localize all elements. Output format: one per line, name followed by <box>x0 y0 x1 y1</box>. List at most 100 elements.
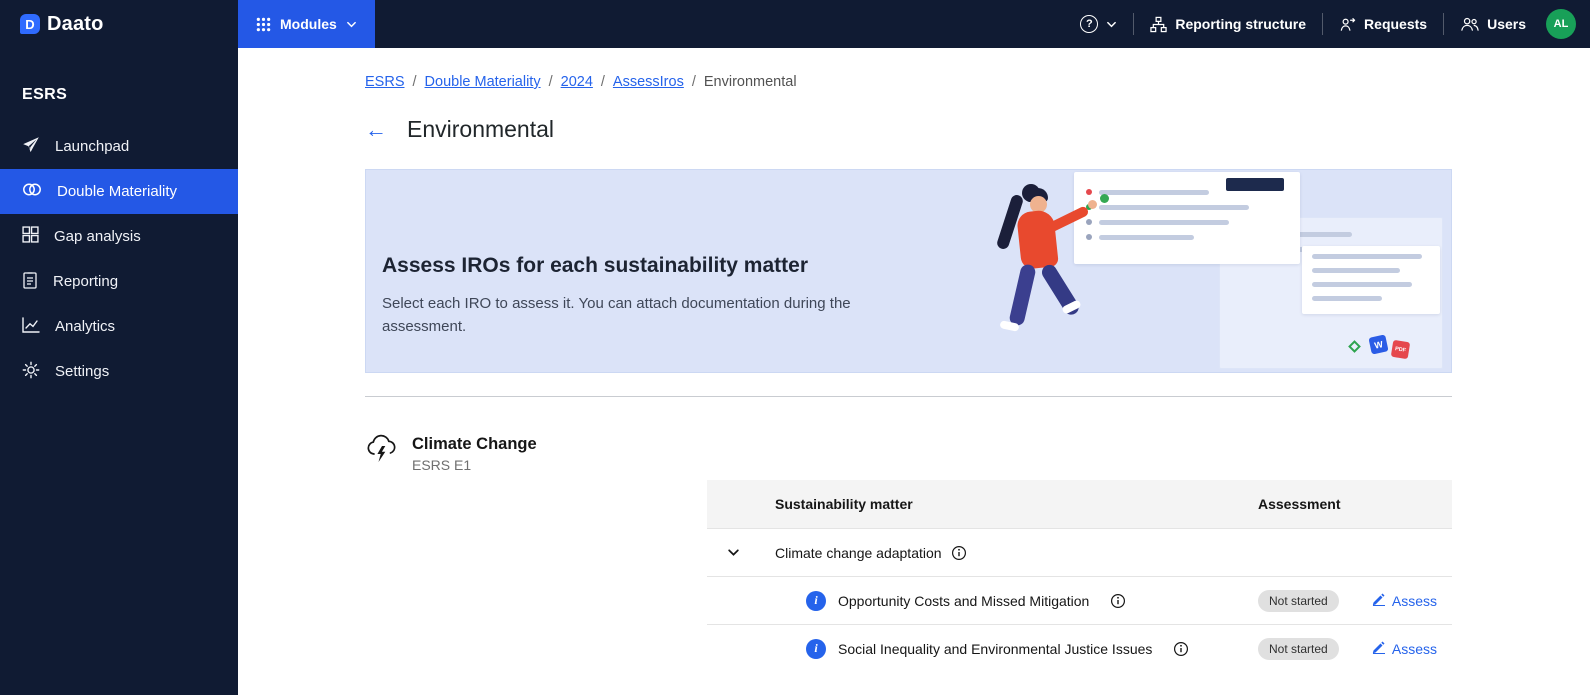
iro-cell: i Opportunity Costs and Missed Mitigatio… <box>707 590 1258 611</box>
sidebar-item-label: Settings <box>55 363 110 380</box>
banner-illustration: W PDF <box>951 170 1451 372</box>
help-icon: ? <box>1080 15 1099 33</box>
sidebar-item-reporting[interactable]: Reporting <box>0 259 238 304</box>
users-icon <box>1460 16 1479 32</box>
column-header-assessment: Assessment <box>1258 496 1341 512</box>
breadcrumb-link-double-materiality[interactable]: Double Materiality <box>425 74 541 90</box>
grid-squares-icon <box>22 226 39 247</box>
sidebar-item-analytics[interactable]: Analytics <box>0 304 238 349</box>
storm-cloud-icon <box>365 433 399 672</box>
word-file-icon: W <box>1368 334 1389 355</box>
breadcrumb-current: Environmental <box>703 74 797 90</box>
assessment-cell: Not started Assess <box>1258 589 1452 612</box>
brand[interactable]: D Daato <box>0 13 238 36</box>
topbar-right: ? Reporting structure Requests Users AL <box>1064 0 1590 48</box>
sidebar-item-label: Launchpad <box>55 138 130 155</box>
assess-label: Assess <box>1391 640 1437 657</box>
paper-plane-icon <box>22 136 40 158</box>
person-leg <box>1008 263 1037 327</box>
assess-button[interactable]: Assess <box>1372 592 1437 609</box>
chevron-down-icon[interactable] <box>723 543 743 563</box>
page-title: Environmental <box>407 116 555 142</box>
banner-title: Assess IROs for each sustainability matt… <box>382 254 808 277</box>
chevron-down-icon <box>1106 19 1117 30</box>
decor-bar <box>1226 178 1284 191</box>
banner-description: Select each IRO to assess it. You can at… <box>382 295 851 335</box>
table-row: Climate change adaptation <box>707 528 1452 576</box>
breadcrumb: ESRS / Double Materiality / 2024 / Asses… <box>365 74 1452 90</box>
group-cell: Climate change adaptation <box>707 543 1258 563</box>
title-row: ← Environmental <box>365 116 1452 143</box>
chevron-down-icon <box>346 19 357 30</box>
diamond-icon <box>1348 340 1361 353</box>
breadcrumb-separator: / <box>412 74 417 90</box>
reporting-structure-label: Reporting structure <box>1175 16 1307 32</box>
table-toolbar <box>707 429 1452 480</box>
impact-badge-icon: i <box>806 590 826 611</box>
decor-row <box>1086 204 1288 210</box>
main-content: ESRS / Double Materiality / 2024 / Asses… <box>238 48 1590 695</box>
iro-label: Social Inequality and Environmental Just… <box>838 640 1153 657</box>
modules-button[interactable]: Modules <box>238 0 375 48</box>
sidebar-item-gap-analysis[interactable]: Gap analysis <box>0 214 238 259</box>
iro-label: Opportunity Costs and Missed Mitigation <box>838 592 1090 609</box>
table-row: i Social Inequality and Environmental Ju… <box>707 624 1452 672</box>
breadcrumb-link-esrs[interactable]: ESRS <box>365 74 405 90</box>
breadcrumb-link-2024[interactable]: 2024 <box>561 74 593 90</box>
decor-dot <box>1100 194 1109 203</box>
status-badge: Not started <box>1258 637 1339 660</box>
climate-change-section: Climate Change ESRS E1 <box>365 429 707 672</box>
info-banner: Assess IROs for each sustainability matt… <box>365 169 1452 373</box>
sidebar-item-label: Gap analysis <box>54 228 141 245</box>
sustainability-matters-table: Sustainability matter Assessment Climate… <box>707 429 1452 672</box>
divider <box>365 396 1452 397</box>
banner-text: Assess IROs for each sustainability matt… <box>382 254 912 338</box>
pencil-icon <box>1372 640 1386 657</box>
request-user-icon <box>1339 16 1356 33</box>
assessment-cell: Not started Assess <box>1258 637 1452 660</box>
breadcrumb-separator: / <box>600 74 605 90</box>
illustration-card-inner <box>1302 246 1440 314</box>
illustration-person <box>986 184 1116 370</box>
requests-label: Requests <box>1364 16 1428 32</box>
breadcrumb-link-assessiros[interactable]: AssessIros <box>613 74 684 90</box>
person-torso <box>1016 209 1059 270</box>
daato-logo-icon: D <box>20 14 40 34</box>
sidebar-heading: ESRS <box>22 86 68 103</box>
users-label: Users <box>1487 16 1526 32</box>
topbar: D Daato Modules ? Reporting structure Re… <box>0 0 1590 48</box>
table-header-row: Sustainability matter Assessment <box>707 480 1452 528</box>
person-hand <box>1088 200 1097 209</box>
iro-cell: i Social Inequality and Environmental Ju… <box>707 638 1258 659</box>
sidebar-item-label: Analytics <box>55 318 116 335</box>
back-arrow-icon[interactable]: ← <box>365 118 387 141</box>
assess-button[interactable]: Assess <box>1372 640 1437 657</box>
sidebar-item-settings[interactable]: Settings <box>0 349 238 394</box>
help-button[interactable]: ? <box>1064 0 1133 48</box>
group-label: Climate change adaptation <box>775 544 942 561</box>
section-texts: Climate Change ESRS E1 <box>412 433 537 672</box>
app-root: D Daato Modules ? Reporting structure Re… <box>0 0 1590 695</box>
decor-bar <box>1312 254 1422 259</box>
sidebar-item-double-materiality[interactable]: Double Materiality <box>0 169 238 214</box>
brand-name: Daato <box>47 12 104 35</box>
decor-bar <box>1312 268 1400 273</box>
pdf-file-icon: PDF <box>1390 339 1411 360</box>
modules-label: Modules <box>280 16 337 32</box>
section-title: Climate Change <box>412 435 537 453</box>
users-button[interactable]: Users <box>1444 0 1542 48</box>
breadcrumb-separator: / <box>691 74 696 90</box>
sidebar-item-label: Double Materiality <box>57 183 178 200</box>
info-icon[interactable] <box>1110 593 1126 609</box>
reporting-structure-button[interactable]: Reporting structure <box>1134 0 1322 48</box>
info-icon[interactable] <box>1173 641 1189 657</box>
info-icon[interactable] <box>951 545 967 561</box>
line-chart-icon <box>22 316 40 337</box>
decor-row <box>1086 234 1288 240</box>
clipboard-icon <box>22 271 38 293</box>
user-avatar[interactable]: AL <box>1546 9 1576 39</box>
sidebar: ESRS Launchpad Double Materiality Gap an… <box>0 48 238 695</box>
sidebar-item-launchpad[interactable]: Launchpad <box>0 124 238 169</box>
content-row: Climate Change ESRS E1 Sustainability ma… <box>365 429 1452 672</box>
requests-button[interactable]: Requests <box>1323 0 1443 48</box>
